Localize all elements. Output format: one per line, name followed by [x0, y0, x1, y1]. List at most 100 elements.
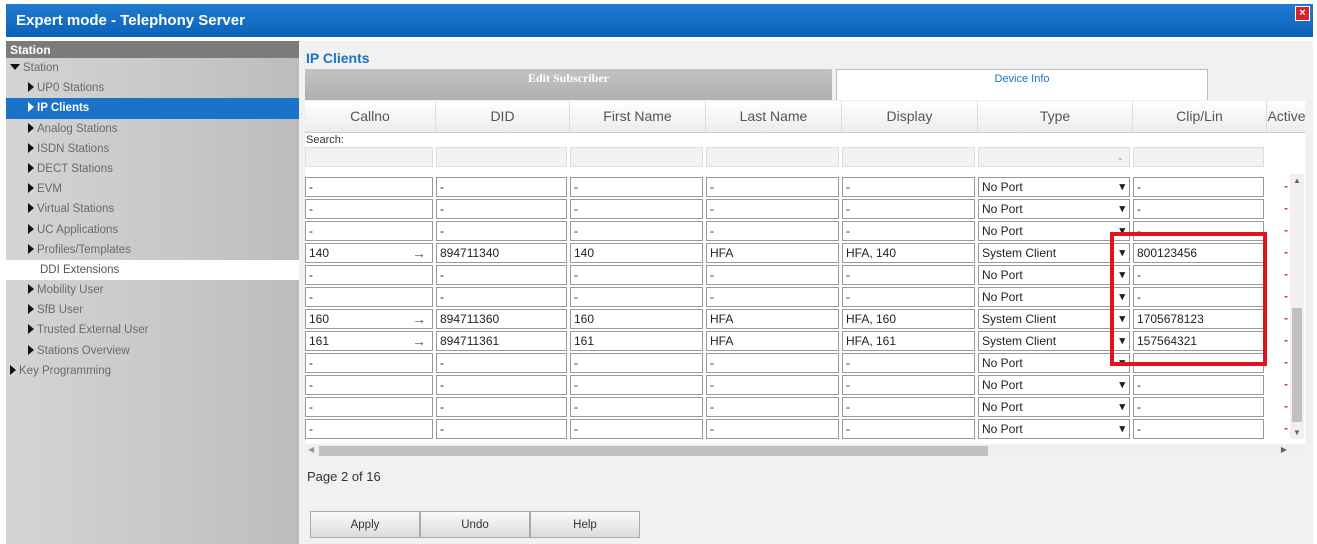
display-field[interactable]: - — [842, 199, 975, 219]
column-header-display[interactable]: Display — [842, 101, 978, 133]
display-field[interactable]: - — [842, 375, 975, 395]
first-field[interactable]: - — [570, 397, 703, 417]
clip-field[interactable]: - — [1133, 265, 1264, 285]
sidebar-item-mobility-user[interactable]: Mobility User — [6, 280, 299, 300]
scroll-left-icon[interactable]: ◀ — [308, 445, 314, 454]
last-field[interactable]: - — [706, 353, 839, 373]
scroll-right-icon[interactable]: ▶ — [1281, 445, 1287, 454]
vertical-scrollbar[interactable]: ▲ ▼ — [1290, 174, 1304, 439]
callno-field[interactable]: - — [305, 419, 433, 439]
callno-field[interactable]: - — [305, 265, 433, 285]
callno-field[interactable]: - — [305, 287, 433, 307]
callno-field[interactable]: - — [305, 375, 433, 395]
close-icon[interactable]: × — [1295, 6, 1310, 21]
scroll-up-icon[interactable]: ▲ — [1293, 176, 1301, 185]
sidebar-item-ddi-extensions[interactable]: DDI Extensions — [6, 259, 299, 281]
filter-input-first[interactable] — [570, 147, 703, 167]
clip-field[interactable]: - — [1133, 221, 1264, 241]
type-select[interactable]: No Port ▾ — [978, 419, 1130, 439]
column-header-last[interactable]: Last Name — [706, 101, 842, 133]
clip-field[interactable]: - — [1133, 397, 1264, 417]
last-field[interactable]: - — [706, 221, 839, 241]
type-select[interactable]: System Client ▾ — [978, 331, 1130, 351]
undo-button[interactable]: Undo — [420, 511, 530, 538]
first-field[interactable]: - — [570, 419, 703, 439]
sidebar-item-up0-stations[interactable]: UP0 Stations — [6, 78, 299, 98]
last-field[interactable]: - — [706, 419, 839, 439]
scroll-down-icon[interactable]: ▼ — [1293, 428, 1301, 437]
sidebar-item-virtual-stations[interactable]: Virtual Stations — [6, 199, 299, 219]
filter-input-clip[interactable] — [1133, 147, 1264, 167]
sidebar-item-ip-clients[interactable]: IP Clients — [6, 98, 299, 119]
first-field[interactable]: - — [570, 199, 703, 219]
display-field[interactable]: - — [842, 221, 975, 241]
sidebar-item-sfb-user[interactable]: SfB User — [6, 300, 299, 320]
filter-input-last[interactable] — [706, 147, 839, 167]
display-field[interactable]: - — [842, 287, 975, 307]
type-select[interactable]: No Port ▾ — [978, 375, 1130, 395]
last-field[interactable]: HFA — [706, 309, 839, 329]
did-field[interactable]: 894711360 — [436, 309, 567, 329]
column-header-first[interactable]: First Name — [570, 101, 706, 133]
sidebar-item-isdn-stations[interactable]: ISDN Stations — [6, 139, 299, 159]
sidebar-item-station[interactable]: Station — [6, 58, 299, 78]
display-field[interactable]: - — [842, 397, 975, 417]
did-field[interactable]: - — [436, 221, 567, 241]
did-field[interactable]: 894711340 — [436, 243, 567, 263]
first-field[interactable]: - — [570, 375, 703, 395]
callno-field[interactable]: 140 → — [305, 243, 433, 263]
last-field[interactable]: HFA — [706, 331, 839, 351]
sidebar-item-uc-applications[interactable]: UC Applications — [6, 220, 299, 240]
sidebar-item-trusted-external-user[interactable]: Trusted External User — [6, 320, 299, 340]
sidebar-item-profiles-templates[interactable]: Profiles/Templates — [6, 240, 299, 260]
last-field[interactable]: - — [706, 177, 839, 197]
last-field[interactable]: - — [706, 287, 839, 307]
horizontal-scroll-thumb[interactable] — [319, 446, 988, 456]
did-field[interactable]: - — [436, 397, 567, 417]
sidebar-item-dect-stations[interactable]: DECT Stations — [6, 159, 299, 179]
first-field[interactable]: - — [570, 265, 703, 285]
display-field[interactable]: - — [842, 177, 975, 197]
last-field[interactable]: - — [706, 397, 839, 417]
first-field[interactable]: 140 — [570, 243, 703, 263]
type-select[interactable]: No Port ▾ — [978, 177, 1130, 197]
display-field[interactable]: - — [842, 265, 975, 285]
did-field[interactable]: - — [436, 419, 567, 439]
first-field[interactable]: 161 — [570, 331, 703, 351]
clip-field[interactable]: 157564321 — [1133, 331, 1264, 351]
type-select[interactable]: No Port ▾ — [978, 397, 1130, 417]
display-field[interactable]: HFA, 160 — [842, 309, 975, 329]
did-field[interactable]: - — [436, 265, 567, 285]
last-field[interactable]: - — [706, 375, 839, 395]
first-field[interactable]: - — [570, 353, 703, 373]
horizontal-scrollbar[interactable]: ◀ ▶ — [305, 444, 1305, 458]
did-field[interactable]: - — [436, 177, 567, 197]
callno-field[interactable]: - — [305, 353, 433, 373]
type-select[interactable]: No Port ▾ — [978, 353, 1130, 373]
filter-input-did[interactable] — [436, 147, 567, 167]
callno-field[interactable]: 160 → — [305, 309, 433, 329]
callno-field[interactable]: - — [305, 397, 433, 417]
callno-field[interactable]: - — [305, 177, 433, 197]
apply-button[interactable]: Apply — [310, 511, 420, 538]
type-select[interactable]: No Port ▾ — [978, 199, 1130, 219]
vertical-scroll-thumb[interactable] — [1292, 308, 1302, 422]
sidebar-item-analog-stations[interactable]: Analog Stations — [6, 119, 299, 139]
type-select[interactable]: System Client ▾ — [978, 309, 1130, 329]
display-field[interactable]: - — [842, 353, 975, 373]
sidebar-item-evm[interactable]: EVM — [6, 179, 299, 199]
display-field[interactable]: HFA, 161 — [842, 331, 975, 351]
last-field[interactable]: HFA — [706, 243, 839, 263]
tab-edit-subscriber[interactable]: Edit Subscriber — [305, 69, 832, 100]
clip-field[interactable]: - — [1133, 353, 1264, 373]
last-field[interactable]: - — [706, 265, 839, 285]
first-field[interactable]: - — [570, 177, 703, 197]
display-field[interactable]: HFA, 140 — [842, 243, 975, 263]
clip-field[interactable]: 800123456 — [1133, 243, 1264, 263]
clip-field[interactable]: - — [1133, 287, 1264, 307]
column-header-did[interactable]: DID — [436, 101, 570, 133]
did-field[interactable]: - — [436, 375, 567, 395]
filter-input-display[interactable] — [842, 147, 975, 167]
help-button[interactable]: Help — [530, 511, 640, 538]
type-select[interactable]: System Client ▾ — [978, 243, 1130, 263]
